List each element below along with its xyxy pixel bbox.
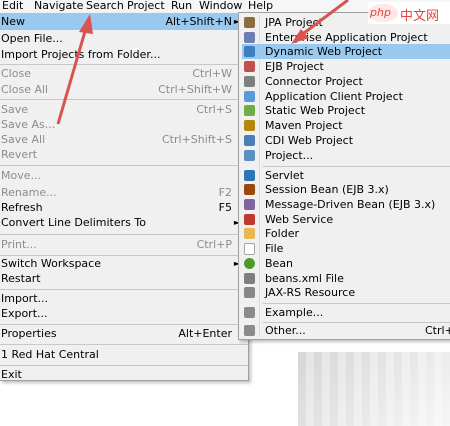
annotation-arrows <box>56 0 349 125</box>
annotation-arrow-to-new <box>56 14 93 125</box>
watermark-text: 中文网 <box>400 9 440 24</box>
watermark-logo-text: php <box>370 6 391 19</box>
watermark: php 中文网 <box>368 2 450 24</box>
annotation-arrow-to-dynamic-web-project <box>291 0 349 44</box>
